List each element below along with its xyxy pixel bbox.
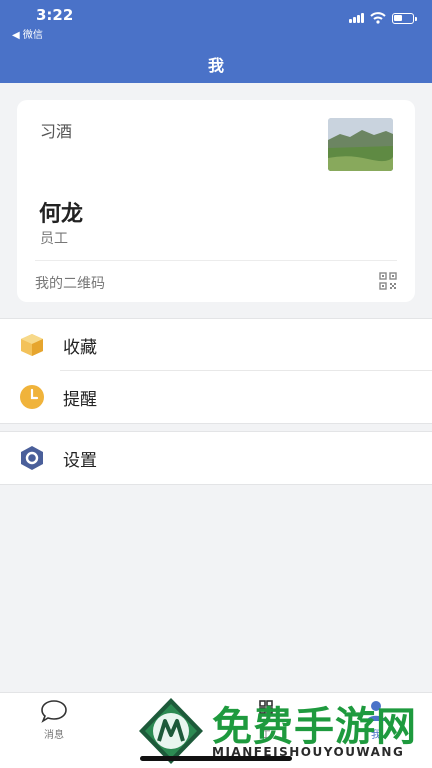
tab-label: 消息 bbox=[44, 730, 64, 741]
my-qr-code-label[interactable]: 我的二维码 bbox=[35, 273, 105, 293]
tab-messages[interactable]: 消息 bbox=[14, 699, 94, 741]
watermark-logo-icon bbox=[139, 698, 203, 764]
user-name: 何龙 bbox=[39, 202, 84, 227]
box-icon bbox=[21, 334, 43, 356]
menu-item-favorites[interactable]: 收藏 bbox=[0, 319, 432, 371]
wifi-icon bbox=[370, 12, 386, 24]
header: 3:22 ◀ 微信 我 bbox=[0, 0, 432, 83]
menu-item-reminders[interactable]: 提醒 bbox=[0, 371, 432, 423]
status-time: 3:22 bbox=[36, 6, 74, 24]
back-to-wechat-link[interactable]: ◀ 微信 bbox=[12, 26, 43, 41]
menu-group-settings: 设置 bbox=[0, 431, 432, 485]
hexagon-settings-icon bbox=[21, 446, 43, 470]
chat-bubble-icon bbox=[41, 700, 67, 723]
divider bbox=[35, 260, 397, 261]
menu-item-settings[interactable]: 设置 bbox=[0, 432, 432, 484]
page-title: 我 bbox=[207, 56, 224, 75]
menu-group-primary: 收藏 提醒 bbox=[0, 318, 432, 424]
menu-item-label: 提醒 bbox=[63, 389, 97, 410]
landscape-photo-icon bbox=[328, 118, 393, 171]
watermark-text: 免费手游网 bbox=[212, 703, 417, 750]
qr-code-icon[interactable] bbox=[379, 272, 397, 290]
battery-icon bbox=[392, 12, 417, 24]
signal-icon bbox=[349, 13, 364, 23]
organization-name: 习酒 bbox=[40, 122, 73, 141]
clock-icon bbox=[20, 385, 44, 409]
home-indicator bbox=[140, 756, 292, 761]
menu-item-label: 设置 bbox=[63, 450, 97, 471]
status-icons bbox=[349, 12, 417, 24]
avatar[interactable] bbox=[328, 118, 393, 171]
menu-item-label: 收藏 bbox=[63, 337, 97, 358]
profile-card[interactable]: 习酒 何龙 员工 我的二维码 bbox=[17, 100, 415, 302]
user-role: 员工 bbox=[40, 231, 68, 247]
